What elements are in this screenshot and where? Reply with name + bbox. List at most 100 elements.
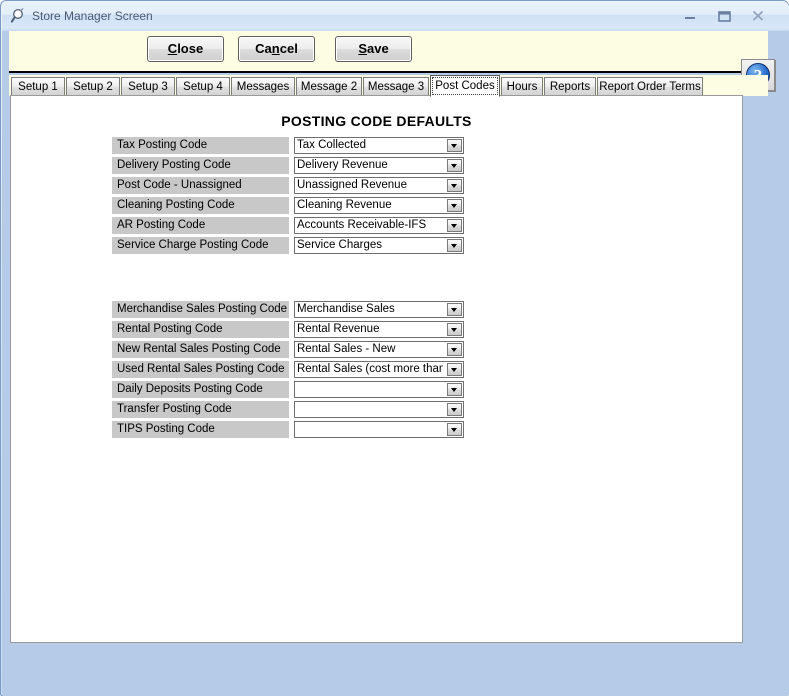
close-window-button[interactable] bbox=[744, 6, 772, 25]
chevron-down-icon[interactable] bbox=[447, 323, 462, 336]
posting-code-dropdown[interactable] bbox=[294, 401, 464, 418]
tab-messages[interactable]: Messages bbox=[231, 77, 295, 96]
tab-setup-2[interactable]: Setup 2 bbox=[66, 77, 120, 96]
dropdown-value: Tax Collected bbox=[297, 139, 367, 151]
caret-glyph bbox=[451, 428, 457, 432]
field-label: Tax Posting Code bbox=[112, 137, 289, 154]
tab-reports[interactable]: Reports bbox=[544, 77, 596, 96]
field-label: Rental Posting Code bbox=[112, 321, 289, 338]
posting-code-dropdown[interactable]: Rental Sales (cost more than $ bbox=[294, 361, 464, 378]
chevron-down-icon[interactable] bbox=[447, 159, 462, 172]
tab-label: Setup 1 bbox=[18, 81, 58, 93]
tab-post-codes[interactable]: Post Codes bbox=[430, 75, 500, 97]
chevron-down-icon[interactable] bbox=[447, 179, 462, 192]
posting-code-dropdown[interactable]: Service Charges bbox=[294, 237, 464, 254]
posting-code-dropdown[interactable]: Merchandise Sales bbox=[294, 301, 464, 318]
tab-label: Message 3 bbox=[367, 81, 425, 93]
save-button-label: ave bbox=[366, 41, 389, 56]
tab-label: Post Codes bbox=[432, 77, 498, 95]
command-toolbar: Close Cancel Save ? bbox=[9, 31, 775, 91]
dropdown-value: Rental Revenue bbox=[297, 323, 380, 335]
dropdown-value: Delivery Revenue bbox=[297, 159, 388, 171]
field-label: Cleaning Posting Code bbox=[112, 197, 289, 214]
posting-code-dropdown[interactable]: Tax Collected bbox=[294, 137, 464, 154]
chevron-down-icon[interactable] bbox=[447, 383, 462, 396]
posting-code-dropdown[interactable] bbox=[294, 421, 464, 438]
tab-strip: Setup 1 Setup 2 Setup 3 Setup 4 Messages Mess… bbox=[9, 75, 768, 97]
dropdown-value: Cleaning Revenue bbox=[297, 199, 392, 211]
caret-glyph bbox=[451, 204, 457, 208]
chevron-down-icon[interactable] bbox=[447, 303, 462, 316]
tab-setup-4[interactable]: Setup 4 bbox=[176, 77, 230, 96]
tab-report-order-terms[interactable]: Report Order Terms bbox=[597, 77, 703, 96]
tab-label: Message 2 bbox=[300, 81, 358, 93]
dropdown-value: Rental Sales - New bbox=[297, 343, 396, 355]
caret-glyph bbox=[451, 244, 457, 248]
caret-glyph bbox=[451, 368, 457, 372]
cancel-button[interactable]: Cancel bbox=[238, 36, 315, 62]
close-button[interactable]: Close bbox=[147, 36, 224, 62]
posting-code-dropdown[interactable]: Delivery Revenue bbox=[294, 157, 464, 174]
tab-message-3[interactable]: Message 3 bbox=[363, 77, 429, 96]
chevron-down-icon[interactable] bbox=[447, 219, 462, 232]
caret-glyph bbox=[451, 224, 457, 228]
posting-code-dropdown[interactable] bbox=[294, 381, 464, 398]
dropdown-value: Rental Sales (cost more than $ bbox=[297, 363, 443, 375]
chevron-down-icon[interactable] bbox=[447, 139, 462, 152]
cancel-button-label-b: cel bbox=[279, 41, 298, 56]
tab-message-2[interactable]: Message 2 bbox=[296, 77, 362, 96]
tab-label: Messages bbox=[236, 81, 290, 93]
chevron-down-icon[interactable] bbox=[447, 239, 462, 252]
tab-label: Setup 2 bbox=[73, 81, 113, 93]
dropdown-value: Unassigned Revenue bbox=[297, 179, 407, 191]
caret-glyph bbox=[451, 164, 457, 168]
field-label: AR Posting Code bbox=[112, 217, 289, 234]
page-title: POSTING CODE DEFAULTS bbox=[281, 113, 472, 129]
chevron-down-icon[interactable] bbox=[447, 403, 462, 416]
field-label: Post Code - Unassigned bbox=[112, 177, 289, 194]
close-button-accel: C bbox=[167, 41, 178, 56]
tab-label: Reports bbox=[549, 81, 591, 93]
dropdown-value bbox=[297, 422, 443, 437]
field-label: Service Charge Posting Code bbox=[112, 237, 289, 254]
chevron-down-icon[interactable] bbox=[447, 363, 462, 376]
field-label: Daily Deposits Posting Code bbox=[112, 381, 289, 398]
store-manager-window: Store Manager Screen Close Cancel Save S… bbox=[0, 0, 789, 696]
chevron-down-icon[interactable] bbox=[447, 423, 462, 436]
chevron-down-icon[interactable] bbox=[447, 199, 462, 212]
caret-glyph bbox=[451, 408, 457, 412]
posting-code-dropdown[interactable]: Cleaning Revenue bbox=[294, 197, 464, 214]
dropdown-value bbox=[297, 382, 443, 397]
dropdown-value bbox=[297, 402, 443, 417]
field-label: Delivery Posting Code bbox=[112, 157, 289, 174]
magnifier-icon bbox=[10, 8, 28, 25]
field-label: Merchandise Sales Posting Code bbox=[112, 301, 289, 318]
posting-code-dropdown[interactable]: Accounts Receivable-IFS bbox=[294, 217, 464, 234]
dropdown-value: Merchandise Sales bbox=[297, 303, 395, 315]
field-label: Transfer Posting Code bbox=[112, 401, 289, 418]
caret-glyph bbox=[451, 308, 457, 312]
tab-setup-3[interactable]: Setup 3 bbox=[121, 77, 175, 96]
cancel-button-label-a: Ca bbox=[255, 41, 272, 56]
field-label: TIPS Posting Code bbox=[112, 421, 289, 438]
dropdown-value: Accounts Receivable-IFS bbox=[297, 219, 427, 231]
minimize-button[interactable] bbox=[676, 6, 704, 25]
posting-code-dropdown[interactable]: Unassigned Revenue bbox=[294, 177, 464, 194]
field-label: New Rental Sales Posting Code bbox=[112, 341, 289, 358]
caret-glyph bbox=[451, 348, 457, 352]
posting-code-dropdown[interactable]: Rental Sales - New bbox=[294, 341, 464, 358]
title-bar: Store Manager Screen bbox=[2, 2, 789, 31]
posting-code-dropdown[interactable]: Rental Revenue bbox=[294, 321, 464, 338]
chevron-down-icon[interactable] bbox=[447, 343, 462, 356]
tab-label: Setup 4 bbox=[183, 81, 223, 93]
cancel-button-accel: n bbox=[271, 41, 280, 56]
tab-setup-1[interactable]: Setup 1 bbox=[11, 77, 65, 96]
tab-label: Setup 3 bbox=[128, 81, 168, 93]
tab-label: Report Order Terms bbox=[599, 81, 701, 93]
tab-content-panel: POSTING CODE DEFAULTS Tax Posting Code Ta… bbox=[10, 95, 743, 643]
close-button-label: lose bbox=[177, 41, 204, 56]
save-button-accel: S bbox=[358, 41, 367, 56]
save-button[interactable]: Save bbox=[335, 36, 412, 62]
maximize-button[interactable] bbox=[710, 6, 738, 25]
tab-hours[interactable]: Hours bbox=[501, 77, 543, 96]
